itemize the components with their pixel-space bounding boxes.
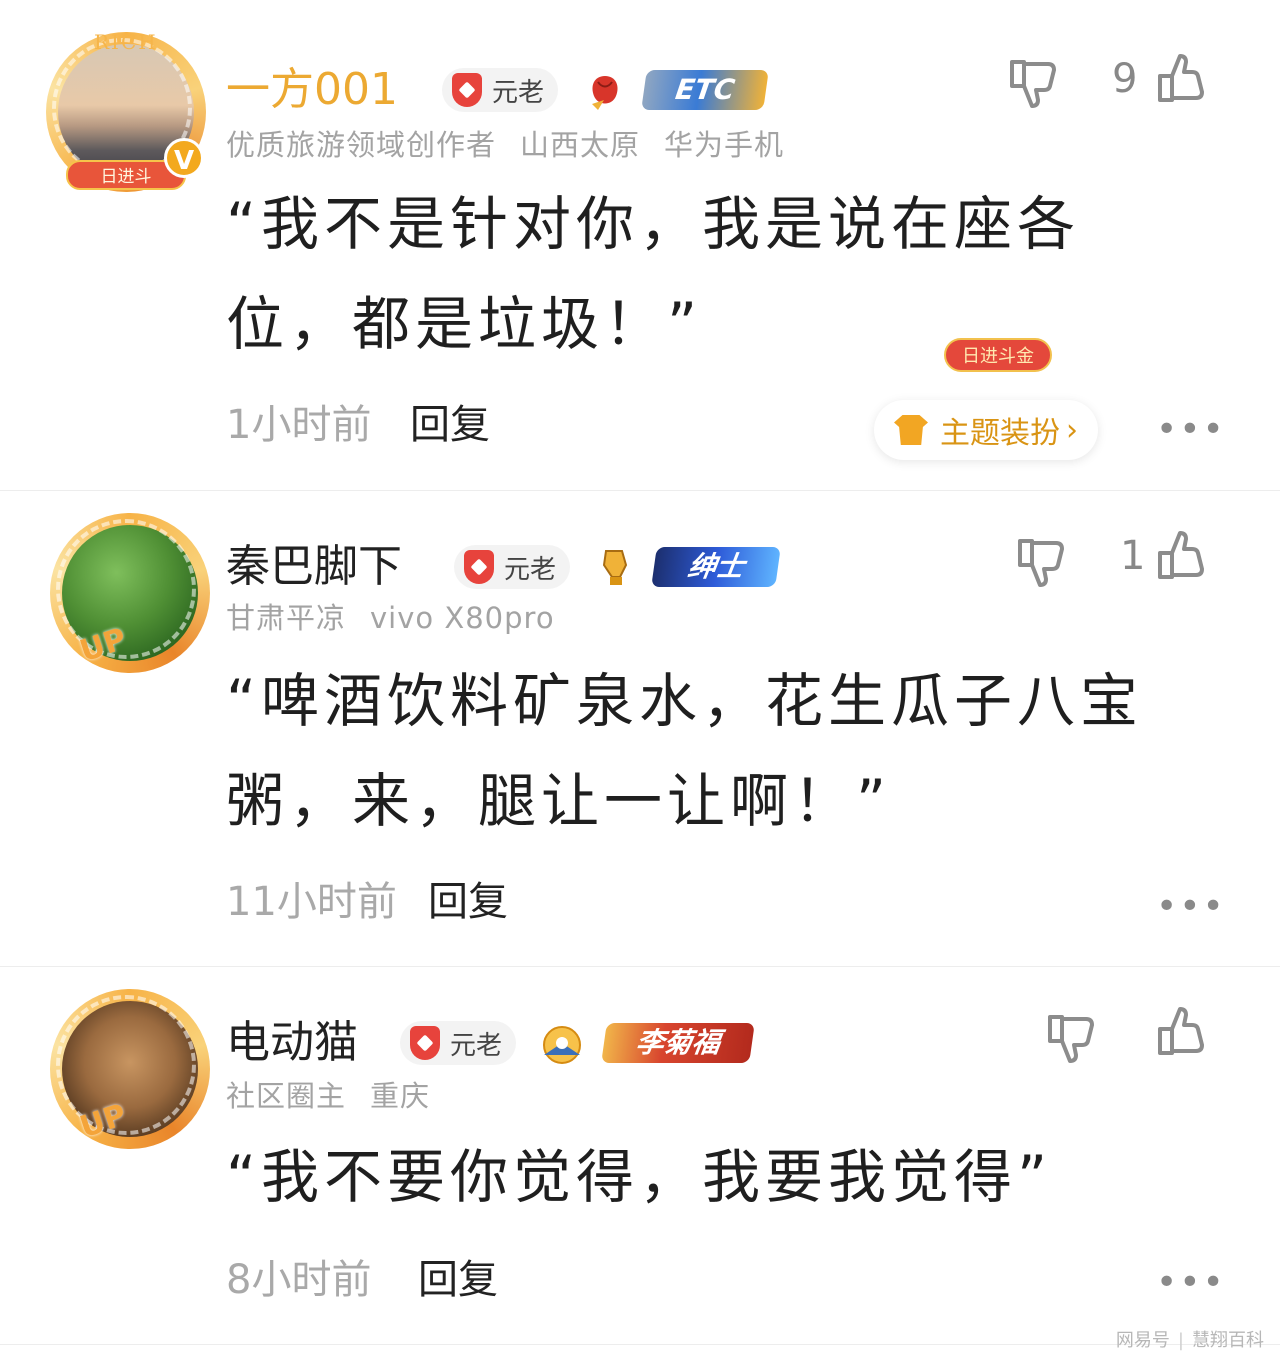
chevron-right-icon: › — [1066, 412, 1078, 448]
meta-device: vivo X80pro — [370, 601, 555, 635]
meta-location: 甘肃平凉 — [226, 601, 347, 635]
etc-tag-badge[interactable]: ETC — [641, 70, 769, 110]
avatar[interactable]: RICH 日进斗 V — [46, 30, 206, 192]
theme-dressup-button[interactable]: 主题装扮 › — [874, 400, 1098, 460]
lijufu-tag-label: 李菊福 — [633, 1026, 723, 1059]
comment-body: “啤酒饮料矿泉水，花生瓜子八宝粥，来，腿让一让啊！” — [226, 667, 1144, 835]
reply-button[interactable]: 回复 — [428, 869, 508, 927]
shield-icon — [464, 550, 494, 584]
like-count: 1 — [1120, 533, 1146, 579]
comment-time: 8小时前 — [226, 1257, 372, 1303]
username[interactable]: 一方001 — [226, 64, 398, 116]
meta-location: 重庆 — [370, 1079, 431, 1113]
dislike-icon[interactable] — [1014, 535, 1068, 589]
reply-button[interactable]: 回复 — [418, 1247, 498, 1305]
watermark-source: 网易号 — [1115, 1330, 1170, 1351]
avatar-frame-title: RICH — [94, 30, 158, 54]
veteran-badge[interactable]: 元老 — [454, 545, 571, 589]
user-meta: 社区圈主 重庆 — [226, 1073, 430, 1115]
user-meta: 优质旅游领域创作者 山西太原 华为手机 — [226, 122, 784, 164]
username[interactable]: 秦巴脚下 — [226, 541, 402, 593]
meta-title: 优质旅游领域创作者 — [226, 128, 497, 162]
veteran-badge-label: 元老 — [504, 554, 557, 585]
more-options-icon[interactable]: ••• — [1156, 889, 1226, 925]
lijufu-tag-badge[interactable]: 李菊福 — [601, 1023, 755, 1063]
more-options-icon[interactable]: ••• — [1156, 1265, 1226, 1301]
divider — [0, 1344, 1280, 1345]
sunrise-medal-icon[interactable] — [540, 1023, 584, 1065]
avatar[interactable]: UP — [50, 513, 210, 673]
gentleman-tag-label: 绅士 — [685, 550, 747, 583]
meta-location: 山西太原 — [520, 128, 641, 162]
watermark: 网易号慧翔百科 — [1116, 1326, 1264, 1352]
comment-item: UP 电动猫 元老 李菊福 社区圈主 重庆 “我不要你觉得，我要我觉得” 8小时前… — [0, 967, 1280, 1347]
like-icon[interactable] — [1154, 52, 1208, 106]
comment-time: 1小时前 — [226, 402, 372, 448]
dislike-icon[interactable] — [1006, 56, 1060, 110]
dislike-icon[interactable] — [1044, 1011, 1098, 1065]
veteran-badge-label: 元老 — [492, 77, 545, 108]
gentleman-tag-badge[interactable]: 绅士 — [651, 547, 781, 587]
meta-device: 华为手机 — [664, 128, 785, 162]
user-meta: 甘肃平凉 vivo X80pro — [226, 595, 555, 637]
comment-body: “我不要你觉得，我要我觉得” — [226, 1143, 1053, 1211]
watermark-author: 慧翔百科 — [1170, 1330, 1264, 1351]
avatar[interactable]: UP — [50, 989, 210, 1149]
reply-button[interactable]: 回复 — [410, 392, 490, 450]
comment-time: 11小时前 — [226, 879, 397, 925]
etc-tag-label: ETC — [673, 73, 737, 106]
veteran-badge[interactable]: 元老 — [442, 68, 559, 112]
shield-icon — [452, 73, 482, 107]
more-options-icon[interactable]: ••• — [1156, 412, 1226, 448]
like-icon[interactable] — [1154, 529, 1208, 583]
username[interactable]: 电动猫 — [226, 1017, 358, 1069]
meta-title: 社区圈主 — [226, 1079, 347, 1113]
comment-item: UP 秦巴脚下 元老 绅士 甘肃平凉 vivo X80pro “啤酒饮料矿泉水，花… — [0, 491, 1280, 965]
comment-item: RICH 日进斗 V 一方001 元老 ETC 优质旅游领域创作者 山西太原 华为手… — [0, 0, 1280, 490]
verified-icon: V — [164, 138, 204, 178]
like-icon[interactable] — [1154, 1005, 1208, 1059]
like-count: 9 — [1112, 56, 1138, 102]
theme-dressup-label: 主题装扮 — [940, 416, 1060, 451]
veteran-badge[interactable]: 元老 — [400, 1021, 517, 1065]
veteran-badge-label: 元老 — [450, 1030, 503, 1061]
trophy-hand-icon[interactable] — [596, 547, 636, 589]
shield-icon — [410, 1026, 440, 1060]
rose-medal-icon[interactable] — [584, 70, 626, 112]
decoration-tag: 日进斗金 — [944, 338, 1052, 372]
shirt-icon — [894, 415, 928, 445]
